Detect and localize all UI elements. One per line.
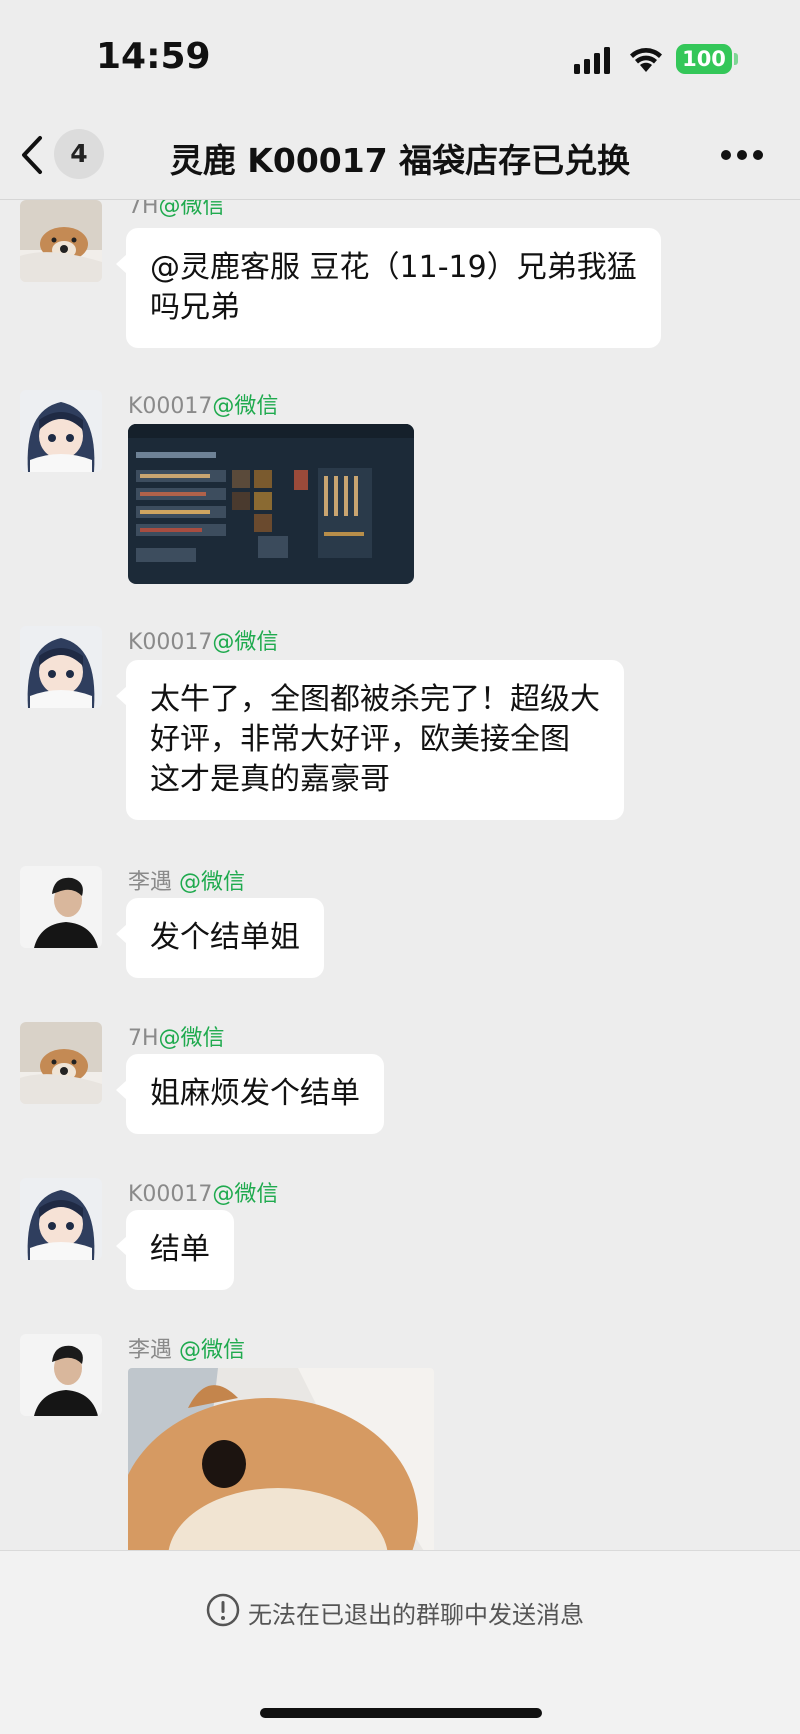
wechat-tag: @微信	[212, 394, 279, 419]
message-line: 好评，非常大好评，欧美接全图	[150, 722, 570, 757]
wechat-tag: @微信	[179, 1338, 246, 1363]
battery-tip	[734, 53, 738, 65]
chat-title: 灵鹿 K00017 福袋店存已兑换	[169, 141, 631, 180]
back-chevron-icon[interactable]	[18, 134, 46, 176]
chat-header: 4 灵鹿 K00017 福袋店存已兑换	[0, 110, 800, 200]
message-line: 结单	[150, 1232, 210, 1267]
wechat-tag: @微信	[212, 1182, 279, 1207]
dog-avatar[interactable]	[20, 200, 102, 282]
status-bar: 14:59 100	[0, 0, 800, 110]
unread-count-badge[interactable]: 4	[54, 129, 104, 179]
anime-girl-avatar[interactable]	[20, 1178, 102, 1260]
sender-name: 7H@微信	[128, 1026, 225, 1051]
anime-girl-avatar[interactable]	[20, 390, 102, 472]
input-disabled-footer: 无法在已退出的群聊中发送消息	[0, 1550, 800, 1734]
sender-name: 7H@微信	[128, 200, 225, 220]
sender-name: K00017@微信	[128, 630, 279, 655]
sender-name: 李遇 @微信	[128, 870, 246, 895]
message-line: 发个结单姐	[150, 920, 300, 955]
man-portrait-avatar[interactable]	[20, 1334, 102, 1416]
wechat-tag: @微信	[179, 870, 246, 895]
exclamation-circle-icon	[206, 1593, 240, 1627]
home-indicator[interactable]	[260, 1708, 542, 1718]
anime-girl-avatar[interactable]	[20, 626, 102, 708]
game-inventory-screenshot[interactable]	[128, 424, 414, 584]
message-bubble[interactable]: 姐麻烦发个结单	[116, 1054, 384, 1134]
wechat-tag: @微信	[158, 1026, 225, 1051]
message-line: 太牛了，全图都被杀完了！超级大	[150, 682, 600, 717]
battery-indicator: 100	[676, 44, 732, 74]
message-line: @灵鹿客服 豆花（11-19）兄弟我猛	[150, 250, 637, 285]
message-bubble[interactable]: 发个结单姐	[116, 898, 324, 978]
wifi-icon	[630, 48, 662, 72]
wechat-tag: @微信	[158, 200, 225, 219]
message-bubble[interactable]: 结单	[116, 1210, 234, 1290]
shiba-dog-photo[interactable]	[128, 1368, 434, 1550]
cellular-signal-icon	[574, 47, 610, 74]
message-bubble[interactable]: @灵鹿客服 豆花（11-19）兄弟我猛 吗兄弟	[116, 228, 661, 348]
wechat-tag: @微信	[212, 630, 279, 655]
sender-name: 李遇 @微信	[128, 1338, 246, 1363]
status-time: 14:59	[96, 36, 211, 77]
message-bubble[interactable]: 太牛了，全图都被杀完了！超级大 好评，非常大好评，欧美接全图 这才是真的嘉豪哥	[116, 660, 624, 820]
sender-name: K00017@微信	[128, 394, 279, 419]
message-line: 吗兄弟	[150, 290, 240, 325]
chat-message-list[interactable]: 7H@微信 @灵鹿客服 豆花（11-19）兄弟我猛 吗兄弟 K00017@微信	[0, 200, 800, 1550]
more-options-icon[interactable]	[720, 148, 764, 162]
disabled-notice: 无法在已退出的群聊中发送消息	[248, 1601, 584, 1629]
man-portrait-avatar[interactable]	[20, 866, 102, 948]
sender-name: K00017@微信	[128, 1182, 279, 1207]
dog-avatar[interactable]	[20, 1022, 102, 1104]
message-line: 这才是真的嘉豪哥	[150, 762, 390, 797]
message-line: 姐麻烦发个结单	[150, 1076, 360, 1111]
